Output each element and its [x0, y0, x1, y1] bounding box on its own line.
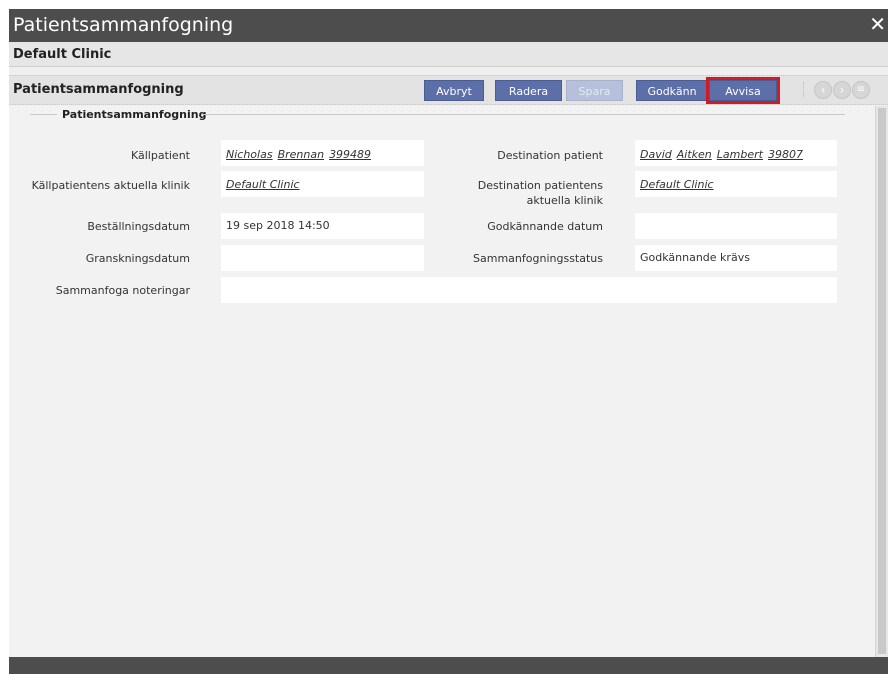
toolbar: Patientsammanfogning Avbryt Radera Spara… — [9, 75, 888, 105]
save-button[interactable]: Spara — [566, 80, 623, 101]
review-date-field — [221, 245, 424, 271]
source-patient-field: Nicholas Brennan 399489 — [221, 140, 424, 166]
toolbar-title: Patientsammanfogning — [13, 82, 184, 97]
destination-patient-field: David Aitken Lambert 39807 — [635, 140, 837, 166]
destination-patient-middle-name-link[interactable]: Aitken — [677, 148, 712, 161]
approval-date-field — [635, 213, 837, 239]
footer-bar — [9, 657, 888, 674]
source-patient-last-name-link[interactable]: Brennan — [278, 148, 325, 161]
source-clinic-link[interactable]: Default Clinic — [226, 178, 300, 191]
menu-icon[interactable]: ≡ — [852, 81, 870, 99]
source-patient-first-name-link[interactable]: Nicholas — [226, 148, 273, 161]
merge-status-field: Godkännande krävs — [635, 245, 837, 271]
chevron-right-icon[interactable]: › — [833, 81, 851, 99]
source-clinic-label: Källpatientens aktuella klinik — [31, 179, 190, 192]
content-panel: Patientsammanfogning Källpatient Nichola… — [9, 106, 875, 657]
order-date-label: Beställningsdatum — [87, 220, 190, 233]
source-clinic-field: Default Clinic — [221, 171, 424, 197]
destination-clinic-label-line2: aktuella klinik — [526, 194, 603, 207]
destination-patient-label: Destination patient — [497, 149, 603, 162]
destination-patient-first-name-link[interactable]: David — [640, 148, 672, 161]
review-date-label: Granskningsdatum — [85, 252, 190, 265]
cancel-button[interactable]: Avbryt — [424, 80, 484, 101]
reject-button[interactable]: Avvisa — [706, 77, 780, 104]
approve-button[interactable]: Godkänn — [636, 80, 708, 101]
section-divider — [30, 114, 57, 115]
section-title: Patientsammanfogning — [62, 108, 207, 121]
clinic-name: Default Clinic — [13, 47, 112, 62]
destination-clinic-link[interactable]: Default Clinic — [640, 178, 714, 191]
destination-clinic-label-line1: Destination patientens — [477, 179, 603, 192]
chevron-left-icon[interactable]: ‹ — [814, 81, 832, 99]
order-date-field: 19 sep 2018 14:50 — [221, 213, 424, 239]
section-divider — [201, 114, 845, 115]
destination-clinic-field: Default Clinic — [635, 171, 837, 197]
delete-button[interactable]: Radera — [495, 80, 562, 101]
vertical-scrollbar[interactable] — [875, 106, 888, 657]
destination-clinic-label: Destination patientens aktuella klinik — [449, 178, 603, 208]
clinic-bar: Default Clinic — [9, 42, 888, 67]
merge-window: Patientsammanfogning ✕ Default Clinic Pa… — [9, 9, 888, 674]
destination-patient-last-name-link[interactable]: Lambert — [717, 148, 763, 161]
source-patient-label: Källpatient — [130, 149, 190, 162]
window-title: Patientsammanfogning — [13, 14, 234, 36]
approval-date-label: Godkännande datum — [487, 220, 603, 233]
merge-notes-field[interactable] — [221, 277, 837, 303]
source-patient-id-link[interactable]: 399489 — [329, 148, 371, 161]
close-icon[interactable]: ✕ — [869, 12, 886, 36]
merge-status-label: Sammanfogningsstatus — [473, 252, 603, 265]
toolbar-separator — [803, 82, 804, 98]
merge-notes-label: Sammanfoga noteringar — [55, 284, 190, 297]
title-bar: Patientsammanfogning ✕ — [9, 9, 888, 42]
destination-patient-id-link[interactable]: 39807 — [768, 148, 803, 161]
scrollbar-thumb[interactable] — [878, 108, 886, 654]
